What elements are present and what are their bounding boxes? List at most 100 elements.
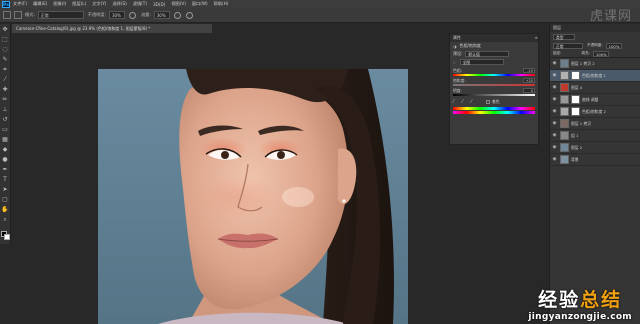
layer-opacity-field[interactable]: 100% — [605, 42, 622, 49]
menu-type[interactable]: 文字(Y) — [92, 1, 106, 7]
type-tool-icon[interactable]: T — [1, 175, 10, 184]
photoshop-logo: Ps — [2, 0, 10, 8]
visibility-eye-icon[interactable]: ◉ — [551, 133, 558, 138]
brush-preset-icon[interactable] — [3, 11, 11, 19]
layer-thumbnail — [560, 95, 569, 104]
path-select-icon[interactable]: ➤ — [1, 185, 10, 194]
menu-window[interactable]: 窗口(W) — [192, 1, 208, 7]
layers-header[interactable]: 图层 — [550, 24, 640, 32]
layer-row[interactable]: ◉ 组 1 — [550, 130, 640, 142]
menu-select[interactable]: 选择(S) — [112, 1, 126, 7]
layer-row[interactable]: ◉ 图层 2 — [550, 142, 640, 154]
lasso-tool-icon[interactable]: ◌ — [1, 45, 10, 54]
properties-header[interactable]: 属性 ≡ — [450, 34, 538, 42]
hue-value[interactable]: -19 — [523, 68, 535, 73]
flow-field[interactable]: 30% — [153, 11, 170, 19]
lightness-slider[interactable] — [453, 94, 535, 96]
layers-lock-row: 锁定: 填充: 100% — [550, 50, 640, 58]
visibility-eye-icon[interactable]: ◉ — [551, 157, 558, 162]
visibility-eye-icon[interactable]: ◉ — [551, 121, 558, 126]
hue-slider[interactable] — [453, 74, 535, 76]
healing-tool-icon[interactable]: ✚ — [1, 85, 10, 94]
visibility-eye-icon[interactable]: ◉ — [551, 97, 558, 102]
menu-edit[interactable]: 编辑(E) — [33, 1, 47, 7]
layer-thumbnail — [560, 83, 569, 92]
saturation-slider[interactable] — [453, 84, 535, 86]
colorize-checkbox[interactable] — [486, 100, 490, 104]
layer-name: 图层 1 拷贝 2 — [571, 60, 595, 66]
blend-mode-select[interactable]: 正常 — [553, 42, 583, 49]
layer-filter-select[interactable]: 类型 — [553, 33, 575, 40]
properties-title: 属性 — [453, 35, 461, 40]
source-color-bar — [453, 107, 535, 110]
menu-layer[interactable]: 图层(L) — [72, 1, 86, 7]
document-tab[interactable]: Cameron-Cfine-Catalog(6).jpg @ 23.9% (色相… — [12, 24, 212, 33]
layer-mask-thumbnail[interactable] — [571, 107, 580, 116]
hue-label: 色相: — [453, 68, 462, 73]
channel-row: ☞ 全图 — [450, 58, 538, 66]
preset-select[interactable]: 默认值 — [465, 51, 510, 57]
marquee-tool-icon[interactable]: ⬚ — [1, 35, 10, 44]
eyedropper-tool-icon[interactable]: ⁄ — [1, 75, 10, 84]
move-tool-icon[interactable]: ✥ — [1, 25, 10, 34]
opacity-field[interactable]: 30% — [108, 11, 125, 19]
layer-row[interactable]: ◉ 曲线 调整 — [550, 94, 640, 106]
layer-row[interactable]: ◉ 图层 1 拷贝 2 — [550, 58, 640, 70]
shape-tool-icon[interactable]: ▢ — [1, 195, 10, 204]
layer-mask-thumbnail[interactable] — [571, 95, 580, 104]
hand-tool-icon[interactable]: ✋ — [1, 205, 10, 214]
eyedropper-icon[interactable]: ⁄ — [453, 99, 459, 105]
quick-select-tool-icon[interactable]: ✎ — [1, 55, 10, 64]
saturation-value[interactable]: +25 — [523, 78, 535, 83]
blur-tool-icon[interactable]: ◆ — [1, 145, 10, 154]
layer-mask-thumbnail[interactable] — [571, 71, 580, 80]
history-brush-icon[interactable]: ↺ — [1, 115, 10, 124]
layer-thumbnail — [560, 131, 569, 140]
tool-palette: ✥ ⬚ ◌ ✎ ⌗ ⁄ ✚ ✏ ⊥ ↺ ▭ ▦ ◆ ● ✒ T ➤ ▢ ✋ ⌕ — [0, 24, 11, 244]
channel-select[interactable]: 全图 — [459, 59, 504, 65]
lightness-value[interactable]: 0 — [523, 88, 535, 93]
pressure-opacity-icon[interactable] — [128, 11, 136, 19]
eyedropper-plus-icon[interactable]: ⁄ — [462, 99, 468, 105]
visibility-eye-icon[interactable]: ◉ — [551, 109, 558, 114]
fill-field[interactable]: 100% — [592, 50, 609, 57]
layer-row[interactable]: ◉ 图层 4 — [550, 82, 640, 94]
gradient-tool-icon[interactable]: ▦ — [1, 135, 10, 144]
pressure-size-icon[interactable] — [185, 11, 193, 19]
layer-name: 图层 2 — [571, 144, 583, 150]
eyedropper-minus-icon[interactable]: ⁄ — [471, 99, 477, 105]
visibility-eye-icon[interactable]: ◉ — [551, 61, 558, 66]
eraser-tool-icon[interactable]: ▭ — [1, 125, 10, 134]
visibility-eye-icon[interactable]: ◉ — [551, 85, 558, 90]
watermark-title-part2: 总结 — [580, 289, 623, 311]
menu-file[interactable]: 文件(F) — [13, 1, 27, 7]
menu-image[interactable]: 图像(I) — [53, 1, 66, 7]
portrait-photo[interactable] — [98, 69, 408, 324]
airbrush-icon[interactable] — [173, 11, 181, 19]
panel-menu-icon[interactable]: ≡ — [535, 34, 538, 42]
pen-tool-icon[interactable]: ✒ — [1, 165, 10, 174]
visibility-eye-icon[interactable]: ◉ — [551, 73, 558, 78]
fill-label: 填充: — [581, 51, 590, 55]
stamp-tool-icon[interactable]: ⊥ — [1, 105, 10, 114]
mode-select[interactable]: 正常 — [37, 11, 84, 19]
layer-row[interactable]: ◉ 色相/饱和度 1 — [550, 70, 640, 82]
target-hand-icon[interactable]: ☞ — [453, 60, 457, 65]
visibility-eye-icon[interactable]: ◉ — [551, 145, 558, 150]
zoom-tool-icon[interactable]: ⌕ — [1, 215, 10, 224]
menu-filter[interactable]: 滤镜(T) — [133, 1, 147, 7]
layer-row[interactable]: ◉ 色相/饱和度 2 — [550, 106, 640, 118]
crop-tool-icon[interactable]: ⌗ — [1, 65, 10, 74]
layer-row[interactable]: ◉ 图层 1 拷贝 — [550, 118, 640, 130]
background-color-swatch[interactable] — [4, 234, 10, 240]
menu-3d[interactable]: 3D(D) — [153, 2, 165, 7]
layer-name: 背景 — [571, 156, 579, 162]
menu-view[interactable]: 视图(V) — [171, 1, 186, 7]
brush-panel-icon[interactable] — [14, 11, 22, 19]
layer-row[interactable]: ◉ 背景 — [550, 154, 640, 166]
layer-thumbnail — [560, 107, 569, 116]
eyedropper-row: ⁄ ⁄ ⁄ 着色 — [450, 98, 538, 106]
brush-tool-icon[interactable]: ✏ — [1, 95, 10, 104]
dodge-tool-icon[interactable]: ● — [1, 155, 10, 164]
menu-help[interactable]: 帮助(H) — [214, 1, 229, 7]
